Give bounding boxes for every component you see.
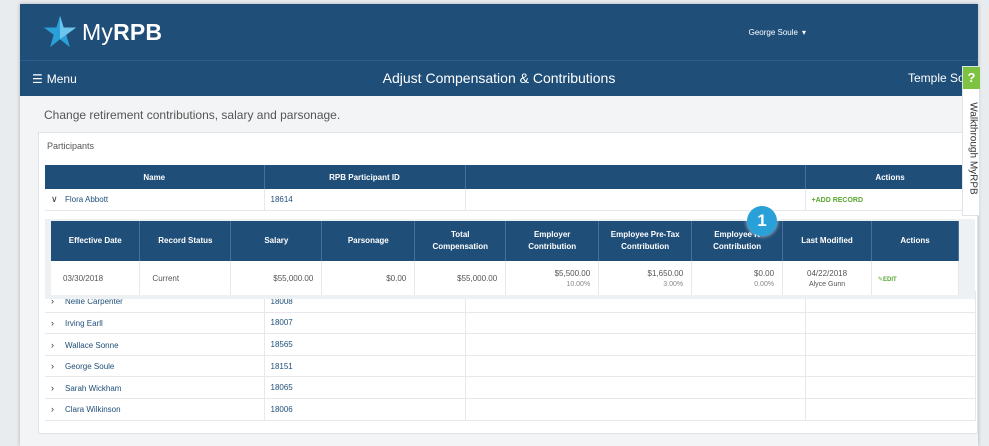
step-badge: 1 xyxy=(747,206,777,236)
participant-id: 18565 xyxy=(264,333,466,356)
column-header-participant-id[interactable]: RPB Participant ID xyxy=(264,165,466,189)
walkthrough-tab[interactable]: ? Walkthrough MyRPB xyxy=(962,66,980,216)
column-header-record-status[interactable]: Record Status xyxy=(139,221,232,261)
panel-label: Participants xyxy=(47,141,95,151)
effective-date: 03/30/2018 xyxy=(51,261,141,295)
salary-value: $55,000.00 xyxy=(230,261,323,295)
logo[interactable]: MyRPB xyxy=(42,14,162,50)
last-modified: 04/22/2018 Alyce Gunn xyxy=(782,261,872,295)
participant-id: 18151 xyxy=(264,355,466,378)
table-row[interactable]: › Clara Wilkinson 18006 xyxy=(45,398,976,421)
table-row[interactable]: › Irving Earll 18007 xyxy=(45,312,976,335)
star-logo-icon xyxy=(43,15,77,48)
user-name: George Soule xyxy=(748,28,798,37)
participant-name: Irving Earll xyxy=(65,318,103,328)
help-icon[interactable]: ? xyxy=(963,67,980,89)
table-header-row: Name RPB Participant ID Actions xyxy=(45,165,976,189)
column-header-name[interactable]: Name xyxy=(45,165,265,189)
column-header-last-modified[interactable]: Last Modified xyxy=(782,221,872,261)
table-row-expanded[interactable]: ∨ Flora Abbott 18614 +ADD RECORD xyxy=(45,189,976,212)
column-header-blank xyxy=(465,165,806,189)
participant-id: 18065 xyxy=(264,376,466,400)
page-subtitle: Change retirement contributions, salary … xyxy=(44,108,341,122)
employer-contribution: $5,500.00 10.00% xyxy=(505,261,600,295)
records-header-row: Effective Date Record Status Salary Pars… xyxy=(51,221,959,261)
expand-chevron-icon[interactable]: › xyxy=(51,318,65,328)
pretax-contribution: $1,650.00 3.00% xyxy=(598,261,693,295)
column-header-total-compensation[interactable]: Total Compensation xyxy=(414,221,507,261)
sub-nav-bar: ☰ Menu Adjust Compensation & Contributio… xyxy=(20,60,978,96)
column-header-parsonage[interactable]: Parsonage xyxy=(321,221,416,261)
column-header-effective-date[interactable]: Effective Date xyxy=(51,221,141,261)
chevron-down-icon: ▾ xyxy=(801,28,806,37)
record-status: Current xyxy=(139,261,232,295)
roth-contribution: $0.00 0.00% xyxy=(691,261,784,295)
participant-name: Sarah Wickham xyxy=(65,383,122,393)
table-row[interactable]: › Wallace Sonne 18565 xyxy=(45,333,976,356)
expand-chevron-icon[interactable]: › xyxy=(51,383,65,393)
table-row[interactable]: › George Soule 18151 xyxy=(45,355,976,378)
participant-id: 18006 xyxy=(264,398,466,421)
records-table: Effective Date Record Status Salary Pars… xyxy=(51,221,959,295)
parsonage-value: $0.00 xyxy=(321,261,416,295)
total-compensation-value: $55,000.00 xyxy=(414,261,507,295)
participant-id: 18007 xyxy=(264,312,466,335)
top-bar: MyRPB George Soule ▾ xyxy=(20,4,978,60)
add-record-button[interactable]: +ADD RECORD xyxy=(812,197,864,204)
expand-chevron-icon[interactable]: › xyxy=(51,340,65,350)
column-header-employee-pretax[interactable]: Employee Pre-Tax Contribution xyxy=(598,221,693,261)
participant-name: Flora Abbott xyxy=(65,195,109,205)
expand-chevron-icon[interactable]: › xyxy=(51,404,65,414)
column-header-salary[interactable]: Salary xyxy=(230,221,323,261)
participant-name: George Soule xyxy=(65,362,115,372)
participant-name: Wallace Sonne xyxy=(65,340,119,350)
expand-chevron-icon[interactable]: › xyxy=(51,361,65,371)
participant-id: 18614 xyxy=(264,189,466,212)
participant-name: Clara Wilkinson xyxy=(65,405,121,415)
participants-panel: Participants Name RPB Participant ID Act… xyxy=(38,132,978,434)
column-header-actions: Actions xyxy=(805,165,976,189)
column-header-employer-contribution[interactable]: Employer Contribution xyxy=(505,221,600,261)
walkthrough-label[interactable]: Walkthrough MyRPB xyxy=(968,95,979,203)
app-window: MyRPB George Soule ▾ ☰ Menu Adjust Compe… xyxy=(20,4,978,446)
table-row[interactable]: › Sarah Wickham 18065 xyxy=(45,376,976,400)
logo-text: MyRPB xyxy=(82,18,163,45)
column-header-actions: Actions xyxy=(871,221,959,261)
page-title: Adjust Compensation & Contributions xyxy=(382,70,616,86)
edit-record-button[interactable]: ✎EDIT xyxy=(878,277,897,283)
collapse-chevron-icon[interactable]: ∨ xyxy=(51,194,65,205)
user-menu[interactable]: George Soule ▾ xyxy=(749,28,806,37)
record-row: 03/30/2018 Current $55,000.00 $0.00 $55,… xyxy=(51,261,959,295)
record-detail-panel: Effective Date Record Status Salary Pars… xyxy=(45,219,975,299)
